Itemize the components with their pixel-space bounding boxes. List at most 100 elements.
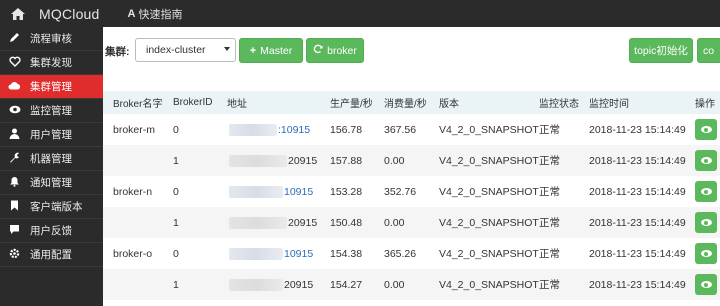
text-a-icon: A xyxy=(127,7,136,20)
user-icon xyxy=(8,128,21,142)
table-row: 1 20915 150.48 0.00 V4_2_0_SNAPSHOT 正常 2… xyxy=(103,207,720,238)
redacted-ip xyxy=(229,247,283,260)
address-port: 20915 xyxy=(284,278,314,291)
quick-guide-label: 快速指南 xyxy=(138,8,183,21)
cluster-label: 集群: xyxy=(105,46,130,58)
sidebar-item-general-config[interactable]: 通用配置 xyxy=(0,243,103,267)
broker-address[interactable]: 10915 xyxy=(229,238,313,269)
col-monitor-time: 监控时间 xyxy=(589,99,629,110)
address-port: :10915 xyxy=(278,123,311,136)
wrench-icon xyxy=(8,152,21,166)
gear-icon xyxy=(8,248,21,262)
sidebar-item-user-management[interactable]: 用户管理 xyxy=(0,123,103,147)
sidebar-item-label: 通知管理 xyxy=(30,177,72,189)
table-row: broker-n 0 10915 153.28 352.76 V4_2_0_SN… xyxy=(103,176,720,207)
produce-rate: 154.27 xyxy=(330,278,363,291)
bookmark-icon xyxy=(8,200,21,214)
sidebar-item-cluster-discovery[interactable]: 集群发现 xyxy=(0,51,103,75)
broker-id: 1 xyxy=(173,154,179,167)
monitor-status: 正常 xyxy=(539,124,560,136)
broker-version: V4_2_0_SNAPSHOT xyxy=(439,154,539,167)
sidebar-item-process-review[interactable]: 流程审核 xyxy=(0,27,103,51)
eye-icon xyxy=(700,281,712,288)
view-button[interactable] xyxy=(695,207,717,238)
col-consume-rate: 消费量/秒 xyxy=(384,99,427,110)
redacted-ip xyxy=(229,278,283,291)
sidebar-item-user-feedback[interactable]: 用户反馈 xyxy=(0,219,103,243)
table-row: broker-m 0 :10915 156.78 367.56 V4_2_0_S… xyxy=(103,114,720,145)
sidebar-item-monitor-management[interactable]: 监控管理 xyxy=(0,99,103,123)
sidebar-item-cluster-management[interactable]: 集群管理 xyxy=(0,75,103,99)
broker-id: 0 xyxy=(173,123,179,136)
broker-address[interactable]: :10915 xyxy=(229,114,310,145)
redacted-ip xyxy=(229,185,283,198)
topic-init-button[interactable]: topic初始化 xyxy=(629,38,693,63)
view-button[interactable] xyxy=(695,269,717,300)
brand[interactable]: MQCloud xyxy=(10,6,100,22)
produce-rate: 156.78 xyxy=(330,123,363,136)
sidebar-item-label: 机器管理 xyxy=(30,153,72,165)
monitor-time: 2018-11-23 15:14:49 xyxy=(589,154,686,167)
eye-icon xyxy=(8,105,21,117)
refresh-icon xyxy=(313,44,323,57)
consume-rate: 352.76 xyxy=(384,185,417,198)
redacted-ip xyxy=(229,154,287,167)
monitor-time: 2018-11-23 15:14:49 xyxy=(589,216,686,229)
heartbeat-icon xyxy=(8,56,21,70)
produce-rate: 153.28 xyxy=(330,185,363,198)
broker-name: broker-m xyxy=(113,123,156,136)
col-monitor-status: 监控状态 xyxy=(539,99,579,110)
topic-init-label: topic初始化 xyxy=(634,45,688,57)
broker-address[interactable]: 20915 xyxy=(229,269,313,300)
add-master-button[interactable]: + Master xyxy=(239,38,303,63)
broker-version: V4_2_0_SNAPSHOT xyxy=(439,247,539,260)
col-version: 版本 xyxy=(439,99,459,110)
sidebar-item-label: 客户端版本 xyxy=(30,201,83,213)
co-button[interactable]: co xyxy=(697,38,720,63)
broker-version: V4_2_0_SNAPSHOT xyxy=(439,216,539,229)
broker-name: broker-o xyxy=(113,247,153,260)
cluster-select-value: index-cluster xyxy=(146,44,206,56)
comment-icon xyxy=(8,224,21,238)
eye-icon xyxy=(700,250,712,257)
monitor-status: 正常 xyxy=(539,279,560,291)
col-broker-id: BrokerID xyxy=(173,97,213,108)
quick-guide-link[interactable]: A 快速指南 xyxy=(128,6,183,22)
broker-id: 1 xyxy=(173,278,179,291)
sidebar-item-label: 流程审核 xyxy=(30,33,72,45)
sidebar-item-machine-management[interactable]: 机器管理 xyxy=(0,147,103,171)
address-port: 20915 xyxy=(288,216,318,229)
sidebar-item-label: 通用配置 xyxy=(30,249,72,261)
monitor-time: 2018-11-23 15:14:49 xyxy=(589,185,686,198)
broker-address[interactable]: 10915 xyxy=(229,176,313,207)
broker-address[interactable]: 20915 xyxy=(229,145,317,176)
bell-icon xyxy=(8,176,21,190)
broker-address[interactable]: 20915 xyxy=(229,207,317,238)
address-port: 20915 xyxy=(288,154,318,167)
add-broker-label: broker xyxy=(327,44,357,57)
eye-icon xyxy=(700,157,712,164)
monitor-status: 正常 xyxy=(539,217,560,229)
produce-rate: 154.38 xyxy=(330,247,363,260)
cluster-select[interactable]: index-cluster xyxy=(135,38,236,62)
view-button[interactable] xyxy=(695,176,717,207)
consume-rate: 0.00 xyxy=(384,154,405,167)
add-broker-button[interactable]: broker xyxy=(306,38,364,63)
eye-icon xyxy=(700,126,712,133)
sidebar-item-client-version[interactable]: 客户端版本 xyxy=(0,195,103,219)
col-produce-rate: 生产量/秒 xyxy=(330,99,373,110)
monitor-status: 正常 xyxy=(539,155,560,167)
view-button[interactable] xyxy=(695,145,717,176)
table-row: 1 20915 154.27 0.00 V4_2_0_SNAPSHOT 正常 2… xyxy=(103,269,720,300)
pencil-icon xyxy=(8,32,21,46)
produce-rate: 157.88 xyxy=(330,154,363,167)
view-button[interactable] xyxy=(695,238,717,269)
add-master-label: Master xyxy=(260,44,293,57)
monitor-time: 2018-11-23 15:14:49 xyxy=(589,278,686,291)
sidebar-item-notification-management[interactable]: 通知管理 xyxy=(0,171,103,195)
top-navbar: MQCloud A 快速指南 xyxy=(0,0,720,27)
monitor-time: 2018-11-23 15:14:49 xyxy=(589,123,686,136)
broker-version: V4_2_0_SNAPSHOT xyxy=(439,278,539,291)
view-button[interactable] xyxy=(695,114,717,145)
broker-version: V4_2_0_SNAPSHOT xyxy=(439,123,539,136)
